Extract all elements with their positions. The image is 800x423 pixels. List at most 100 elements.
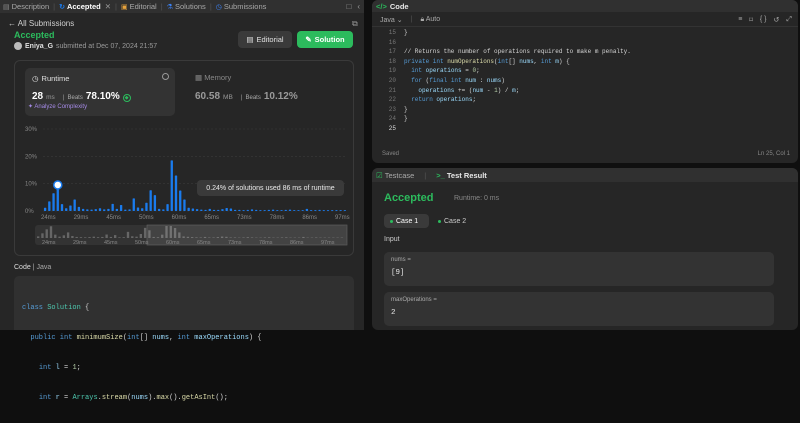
chart-bar	[323, 210, 325, 211]
chart-bar	[238, 210, 240, 211]
editor-code[interactable]: 15 } 16 17 // Returns the number of oper…	[372, 28, 798, 163]
info-icon[interactable]	[162, 73, 169, 80]
language-select[interactable]: Java ⌄	[380, 16, 403, 24]
case-1-tab[interactable]: Case 1	[384, 214, 429, 228]
format-icon[interactable]: ≡	[738, 16, 742, 24]
tab-solutions[interactable]: ⚗ Solutions	[164, 0, 209, 13]
line-number: 15	[372, 28, 396, 38]
memory-beats-value: 10.12%	[264, 91, 298, 102]
arrow-left-icon: ←	[8, 19, 16, 28]
collapse-icon[interactable]: ‹	[357, 2, 360, 11]
field-value: 2	[391, 309, 396, 317]
x-tick-label: 86ms	[302, 215, 317, 221]
chart-bar	[95, 209, 97, 211]
avatar[interactable]	[14, 42, 22, 50]
runtime-unit: ms	[46, 94, 55, 101]
chart-bar	[107, 209, 109, 211]
line-number: 25	[372, 124, 396, 134]
edit-icon: ✎	[305, 35, 311, 44]
share-icon[interactable]: ⧉	[352, 19, 358, 29]
author-name[interactable]: Eniya_G	[25, 43, 53, 50]
test-tabs: ☑ Testcase | >_ Test Result	[372, 168, 798, 182]
lock-icon: 🔒︎	[420, 16, 424, 23]
input-label: Input	[384, 236, 400, 243]
minimap-bar	[50, 226, 52, 238]
stats-card: ◷ Runtime 28 ms | Beats 78.10% ◆ ✦ Analy…	[14, 60, 354, 256]
minimap-bar	[76, 237, 78, 238]
input-field-nums[interactable]: nums = [9]	[384, 252, 774, 286]
chart-bar	[61, 204, 63, 211]
chart-bar	[331, 210, 333, 211]
chart-bar	[306, 209, 308, 211]
chart-bar	[188, 208, 190, 211]
sep-bar: |	[411, 16, 413, 23]
tab-accepted-label: Accepted	[67, 2, 101, 11]
minimap-bar	[63, 235, 65, 238]
close-tab-icon[interactable]: ✕	[105, 2, 111, 11]
minimap-bar	[131, 236, 133, 238]
x-tick-label: 29ms	[74, 215, 89, 221]
chart-bar	[90, 210, 92, 211]
chart-bar	[293, 210, 295, 211]
braces-icon[interactable]: { }	[760, 16, 767, 24]
undo-icon[interactable]: ↺	[774, 16, 780, 24]
tab-submissions[interactable]: ◷ Submissions	[213, 0, 270, 13]
all-submissions-link[interactable]: ← All Submissions	[8, 19, 74, 28]
maximize-icon[interactable]: □	[346, 2, 351, 11]
code-line: return operations;	[404, 95, 476, 105]
minimap-bar	[58, 237, 60, 238]
terminal-icon: >_	[436, 171, 445, 180]
tab-test-result[interactable]: >_ Test Result	[436, 171, 487, 180]
x-tick-label: 78ms	[270, 215, 285, 221]
editorial-button[interactable]: ▤ Editorial	[238, 31, 292, 48]
runtime-value: 28	[32, 91, 43, 102]
memory-value-row: 60.58 MB | Beats 10.12%	[195, 91, 298, 102]
editorial-button-label: Editorial	[256, 35, 283, 44]
minimap-bar	[110, 237, 112, 238]
tab-description[interactable]: ▤ Description	[0, 0, 52, 13]
minimap-bar	[67, 232, 69, 238]
input-field-maxoperations[interactable]: maxOperations = 2	[384, 292, 774, 326]
minimap-bar	[140, 234, 142, 238]
minimap-bar	[97, 237, 99, 238]
minimap-bar	[84, 237, 86, 238]
chart-bar	[166, 204, 168, 211]
code-icon: </>	[376, 2, 387, 11]
x-tick-label: 24ms	[41, 215, 56, 221]
minimap-bar	[101, 237, 103, 238]
language-select-label: Java	[380, 17, 395, 24]
case-2-tab[interactable]: Case 2	[432, 214, 474, 228]
code-line: }	[404, 105, 408, 115]
chart-bar	[69, 206, 71, 211]
chart-bar	[86, 209, 88, 211]
memory-title-label: Memory	[204, 73, 231, 82]
minimap-bar	[88, 237, 90, 238]
memory-title[interactable]: ▦ Memory	[195, 73, 231, 82]
chart-bar	[209, 209, 211, 211]
chart-bar	[213, 210, 215, 211]
bookmark-icon[interactable]: ⌑	[749, 16, 753, 24]
chart-bar	[314, 210, 316, 211]
y-tick-label: 30%	[25, 127, 38, 133]
submission-status: Accepted	[14, 30, 55, 40]
chart-tooltip: 0.24% of solutions used 86 ms of runtime	[197, 180, 344, 196]
chart-bar	[310, 210, 312, 211]
y-tick-label: 0%	[25, 209, 34, 215]
runtime-value-row: 28 ms | Beats 78.10% ◆	[32, 91, 131, 102]
solution-button[interactable]: ✎ Solution	[297, 31, 353, 48]
expand-icon[interactable]: ⤢	[786, 16, 792, 24]
editor-title: Code	[390, 2, 409, 11]
chart-bar	[285, 210, 287, 211]
chart-bar	[48, 201, 50, 211]
analyze-complexity-link[interactable]: ✦ Analyze Complexity	[28, 103, 87, 110]
chart-bar	[297, 210, 299, 211]
tab-accepted[interactable]: ↻ Accepted ✕	[56, 0, 114, 13]
clock-icon: ◷	[216, 3, 222, 11]
tab-testcase[interactable]: ☑ Testcase	[376, 171, 414, 180]
tab-editorial[interactable]: ▣ Editorial	[118, 0, 160, 13]
chart-bar	[200, 210, 202, 211]
auto-mode-toggle[interactable]: 🔒︎ Auto	[420, 16, 440, 24]
result-runtime: Runtime: 0 ms	[454, 195, 499, 202]
solution-button-label: Solution	[315, 35, 345, 44]
x-tick-label: 50ms	[139, 215, 154, 221]
